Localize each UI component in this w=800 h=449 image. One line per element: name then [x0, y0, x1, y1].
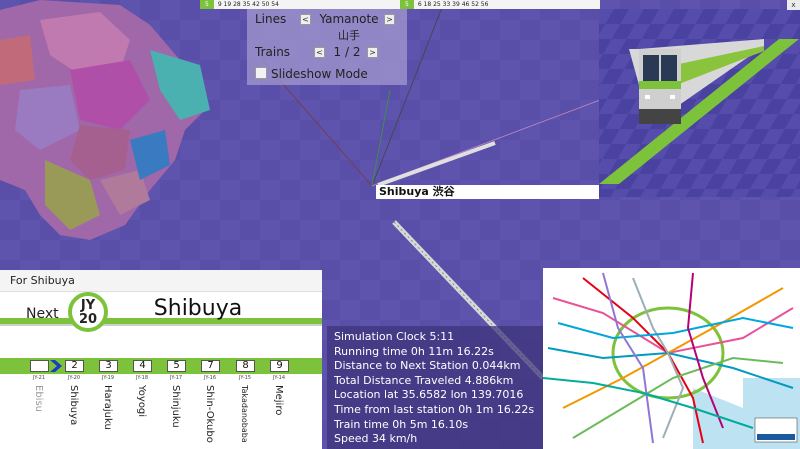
stop-name: Ebisu	[33, 385, 44, 412]
train-camera-view	[599, 9, 800, 197]
slideshow-row: Slideshow Mode	[247, 67, 407, 83]
train-next-button[interactable]: >	[367, 47, 378, 58]
station-number-badge: JY 20	[68, 292, 108, 332]
simulation-info-panel: Simulation Clock 5:11 Running time 0h 11…	[327, 326, 543, 449]
line-name-jp: 山手	[338, 29, 360, 42]
stop-code: JY-17	[169, 375, 183, 381]
subway-map-image	[543, 268, 800, 449]
line-prev-button[interactable]: <	[300, 14, 311, 25]
distance-next-station: Distance to Next Station 0.044km	[334, 359, 521, 373]
total-distance: Total Distance Traveled 4.886km	[334, 373, 514, 387]
control-panel: Lines < Yamanote > 山手 Trains < 1 / 2 > S…	[247, 9, 407, 85]
trains-label: Trains	[255, 45, 291, 59]
stop-code: JY-18	[135, 375, 149, 381]
badge-station-number: 20	[78, 312, 98, 327]
timeline-strip-right: 56 18 25 33 39 46 52 56	[400, 0, 600, 9]
timeline-numbers: 9 19 28 35 42 50 54	[217, 1, 279, 8]
stop-name: Shin-Okubo	[204, 385, 215, 443]
trains-row: Trains < 1 / 2 >	[247, 45, 407, 61]
stop-name: Mejiro	[273, 385, 284, 416]
stop-number-box: 8	[236, 360, 255, 372]
slideshow-label: Slideshow Mode	[271, 67, 368, 81]
location-readout: Location lat 35.6582 lon 139.7016	[334, 388, 524, 402]
running-time: Running time 0h 11m 16.22s	[334, 344, 494, 358]
time-since-last-station: Time from last station 0h 1m 16.22s	[334, 402, 535, 416]
lines-row: Lines < Yamanote >	[247, 12, 407, 28]
stop-code: JY-16	[203, 375, 217, 381]
train-time: Train time 0h 5m 16.10s	[334, 417, 469, 431]
timeline-marker: 5	[400, 0, 414, 9]
line-indicator-panel: For Shibuya Next JY 20 Shibuya 2 3 4 5 7…	[0, 270, 322, 449]
timeline-marker: 5	[200, 0, 214, 9]
stop-code: JY-14	[272, 375, 286, 381]
close-button[interactable]: x	[787, 0, 800, 10]
stop-name: Shinjuku	[170, 385, 181, 428]
line-next-button[interactable]: >	[384, 14, 395, 25]
simulation-clock: Simulation Clock 5:11	[334, 330, 455, 343]
stop-code: JY-21	[32, 375, 46, 381]
stop-number-box: 7	[201, 360, 220, 372]
destination-label: For Shibuya	[0, 270, 322, 292]
timeline-strip-left: 59 19 28 35 42 50 54	[200, 0, 400, 9]
stop-name: Harajuku	[102, 385, 113, 430]
line-name: Yamanote	[319, 12, 379, 26]
stop-code: JY-19	[101, 375, 115, 381]
stop-name: Shibuya	[68, 385, 79, 426]
stop-name: Takadanobaba	[240, 385, 249, 443]
slideshow-checkbox[interactable]	[255, 67, 267, 79]
train-prev-button[interactable]: <	[314, 47, 325, 58]
stop-number-box: 9	[270, 360, 289, 372]
timeline-numbers: 6 18 25 33 39 46 52 56	[417, 1, 489, 8]
stop-number-box	[30, 360, 49, 372]
badge-line-code: JY	[80, 298, 96, 313]
lines-label: Lines	[255, 12, 287, 26]
stop-number-box: 4	[133, 360, 152, 372]
stop-number-box: 5	[167, 360, 186, 372]
station-label: Shibuya 渋谷	[376, 185, 599, 199]
next-label: Next	[26, 306, 59, 322]
stop-name: Yoyogi	[136, 385, 147, 418]
line-name-jp-row: 山手	[247, 27, 407, 43]
train-value: 1 / 2	[333, 45, 361, 59]
train-model	[599, 9, 800, 197]
stop-code: JY-15	[238, 375, 252, 381]
subway-map	[543, 268, 800, 449]
next-station-name: Shibuya	[153, 296, 243, 321]
current-position-arrow-icon	[50, 360, 62, 372]
divider	[0, 324, 322, 326]
stop-code: JY-20	[67, 375, 81, 381]
stop-strip: 2 3 4 5 7 8 9	[0, 358, 322, 374]
stop-number-box: 2	[65, 360, 84, 372]
speed-readout: Speed 34 km/h	[334, 432, 418, 446]
stop-number-box: 3	[99, 360, 118, 372]
